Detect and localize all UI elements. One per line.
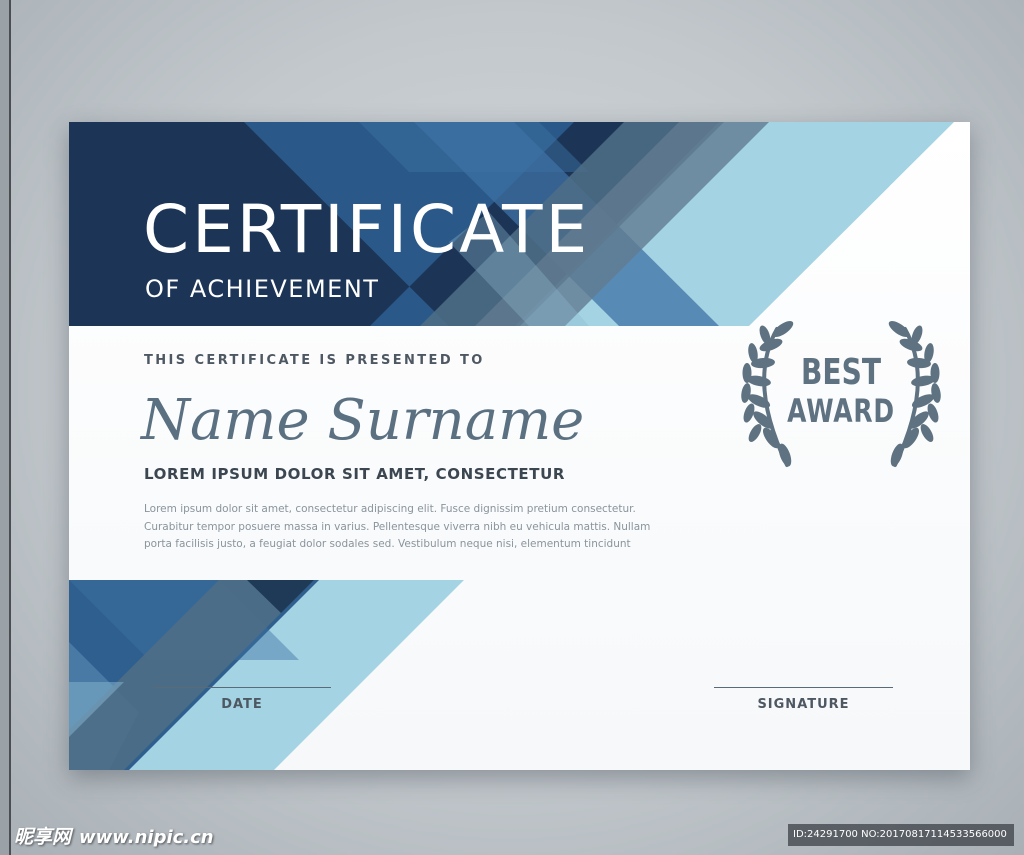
- watermark-site: www.nipic.cn: [79, 827, 214, 848]
- watermark-id: ID:24291700 NO:20170817114533566000: [788, 824, 1014, 846]
- date-line: [153, 687, 331, 688]
- date-label: DATE: [221, 697, 263, 712]
- best-award-badge: BEST AWARD: [741, 317, 941, 482]
- body-line: Curabitur tempor posuere massa in varius…: [144, 520, 651, 533]
- body-line: porta facilisis justo, a feugiat dolor s…: [144, 538, 631, 550]
- recipient-name: Name Surname: [141, 388, 585, 453]
- body-line: Lorem ipsum dolor sit amet, consectetur …: [144, 503, 636, 515]
- left-border-strip: [0, 0, 11, 855]
- award-line-best: BEST: [801, 352, 881, 393]
- certificate-subtitle: OF ACHIEVEMENT: [145, 275, 380, 303]
- presented-to-label: THIS CERTIFICATE IS PRESENTED TO: [144, 353, 485, 368]
- certificate-headline: LOREM IPSUM DOLOR SIT AMET, CONSECTETUR: [144, 465, 566, 483]
- award-line-award: AWARD: [787, 392, 895, 430]
- certificate-title: CERTIFICATE: [143, 191, 591, 268]
- certificate-card: CERTIFICATE OF ACHIEVEMENT THIS CERTIFIC…: [69, 122, 970, 770]
- watermark-logo-text: 昵享网: [14, 826, 72, 848]
- certificate-body-text: Lorem ipsum dolor sit amet, consectetur …: [144, 501, 784, 554]
- signature-label: SIGNATURE: [757, 697, 850, 712]
- watermark-logo: 昵享网 www.nipic.cn: [14, 822, 214, 849]
- signature-line: [714, 687, 893, 688]
